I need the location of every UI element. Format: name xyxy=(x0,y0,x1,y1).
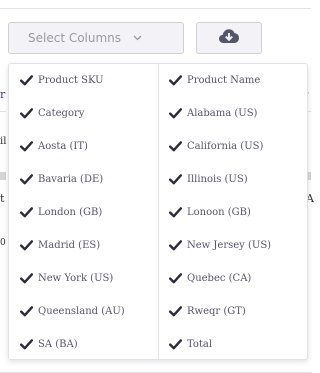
column-option-label: Lonoon (GB) xyxy=(187,206,251,218)
column-option-illinois-us[interactable]: Illinois (US) xyxy=(168,169,248,189)
column-option-label: California (US) xyxy=(187,140,264,152)
download-button[interactable] xyxy=(196,22,262,54)
column-option-label: Category xyxy=(38,107,85,119)
column-option-label: New York (US) xyxy=(38,272,114,284)
column-option-label: Illinois (US) xyxy=(187,173,248,185)
cloud-download-icon xyxy=(218,28,240,48)
table-cell-fragment: il xyxy=(0,136,7,147)
column-option-aosta-it[interactable]: Aosta (IT) xyxy=(19,136,88,156)
checkbox-checked-icon[interactable] xyxy=(19,172,34,187)
column-option-new-jersey-us[interactable]: New Jersey (US) xyxy=(168,235,271,255)
select-columns-label: Select Columns xyxy=(28,31,122,45)
chevron-down-icon xyxy=(133,35,142,41)
column-option-queensland-au[interactable]: Queensland (AU) xyxy=(19,301,125,321)
column-option-alabama-us[interactable]: Alabama (US) xyxy=(168,103,257,123)
table-bar-fragment xyxy=(0,172,6,180)
top-rule xyxy=(0,8,311,9)
column-option-lonoon-gb[interactable]: Lonoon (GB) xyxy=(168,202,251,222)
column-option-california-us[interactable]: California (US) xyxy=(168,136,263,156)
checkbox-checked-icon[interactable] xyxy=(19,73,34,88)
select-columns-button[interactable]: Select Columns xyxy=(8,22,184,54)
column-divider xyxy=(158,64,159,359)
column-option-label: Alabama (US) xyxy=(187,107,258,119)
column-option-madrid-es[interactable]: Madrid (ES) xyxy=(19,235,100,255)
column-option-new-york-us[interactable]: New York (US) xyxy=(19,268,113,288)
checkbox-checked-icon[interactable] xyxy=(168,73,183,88)
column-option-quebec-ca[interactable]: Quebec (CA) xyxy=(168,268,251,288)
column-option-label: Queensland (AU) xyxy=(38,305,125,317)
column-option-london-gb[interactable]: London (GB) xyxy=(19,202,102,222)
column-option-product-name[interactable]: Product Name xyxy=(168,70,260,90)
checkbox-checked-icon[interactable] xyxy=(168,238,183,253)
column-option-label: Bavaria (DE) xyxy=(38,173,104,185)
column-option-category[interactable]: Category xyxy=(19,103,84,123)
column-option-total[interactable]: Total xyxy=(168,334,212,354)
column-option-bavaria-de[interactable]: Bavaria (DE) xyxy=(19,169,103,189)
column-option-label: Quebec (CA) xyxy=(187,272,252,284)
checkbox-checked-icon[interactable] xyxy=(168,337,183,352)
checkbox-checked-icon[interactable] xyxy=(19,271,34,286)
column-option-label: Product Name xyxy=(187,74,261,86)
checkbox-checked-icon[interactable] xyxy=(19,337,34,352)
row-rule xyxy=(0,111,6,112)
checkbox-checked-icon[interactable] xyxy=(168,271,183,286)
column-option-label: Aosta (IT) xyxy=(38,140,88,152)
column-option-label: New Jersey (US) xyxy=(187,239,272,251)
table-header-fragment: r xyxy=(0,88,6,101)
column-option-product-sku[interactable]: Product SKU xyxy=(19,70,104,90)
checkbox-checked-icon[interactable] xyxy=(19,106,34,121)
checkbox-checked-icon[interactable] xyxy=(19,304,34,319)
column-option-label: Madrid (ES) xyxy=(38,239,101,251)
checkbox-checked-icon[interactable] xyxy=(19,238,34,253)
column-option-sa-ba[interactable]: SA (BA) xyxy=(19,334,78,354)
columns-dropdown: Product SKU Category Aosta (IT) Bavaria (DE… xyxy=(8,63,308,360)
checkbox-checked-icon[interactable] xyxy=(168,106,183,121)
checkbox-checked-icon[interactable] xyxy=(168,139,183,154)
column-option-rweqr-gt[interactable]: Rweqr (GT) xyxy=(168,301,246,321)
checkbox-checked-icon[interactable] xyxy=(19,139,34,154)
table-cell-fragment: 0 xyxy=(0,238,6,248)
column-option-label: Product SKU xyxy=(38,74,104,86)
column-option-label: SA (BA) xyxy=(38,338,78,350)
checkbox-checked-icon[interactable] xyxy=(168,205,183,220)
checkbox-checked-icon[interactable] xyxy=(168,172,183,187)
column-option-label: Rweqr (GT) xyxy=(187,305,246,317)
checkbox-checked-icon[interactable] xyxy=(168,304,183,319)
column-option-label: London (GB) xyxy=(38,206,103,218)
column-option-label: Total xyxy=(187,338,213,350)
table-cell-fragment: t xyxy=(0,192,5,205)
checkbox-checked-icon[interactable] xyxy=(19,205,34,220)
